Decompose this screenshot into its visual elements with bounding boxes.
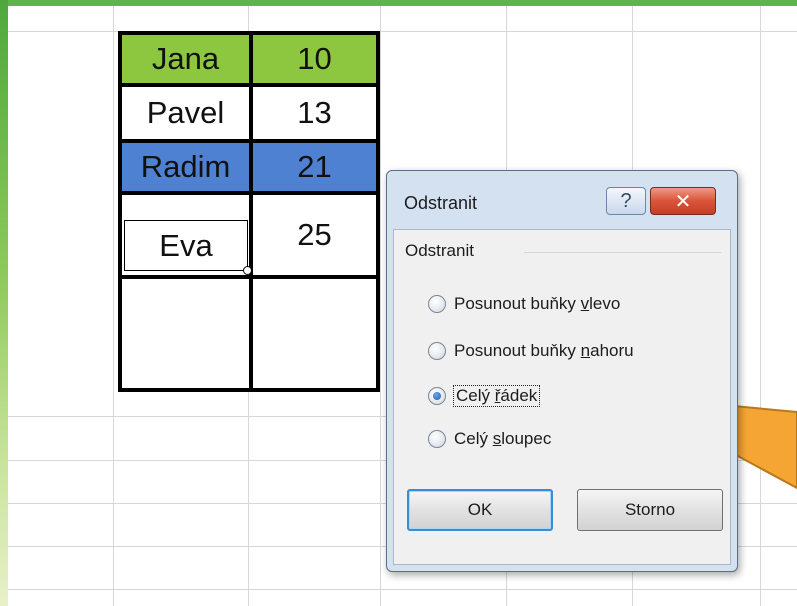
table-row-divider: [122, 191, 376, 195]
option-label: Posunout buňky nahoru: [454, 341, 634, 360]
radio-entire-row[interactable]: [428, 387, 446, 405]
table-column-divider: [249, 35, 253, 388]
table-cell-name[interactable]: [122, 279, 249, 388]
selected-cell-text: Eva: [159, 227, 213, 263]
option-label: Posunout buňky vlevo: [454, 294, 621, 313]
table-cell-value[interactable]: 21: [253, 143, 376, 191]
option-entire-column[interactable]: Celý sloupec: [428, 424, 551, 454]
option-shift-left[interactable]: Posunout buňky vlevo: [428, 289, 620, 319]
cell-text: Pavel: [146, 95, 225, 130]
radio-shift-up[interactable]: [428, 342, 446, 360]
data-table: Jana 10 Pavel 13 Radim 21 Eva 25: [118, 31, 380, 392]
table-cell-value[interactable]: 10: [253, 35, 376, 83]
table-cell-value[interactable]: 13: [253, 87, 376, 139]
fill-handle[interactable]: [243, 266, 252, 275]
grid-column-line: [760, 6, 761, 606]
table-row-divider: [122, 139, 376, 143]
slide-left-bar: [0, 0, 8, 606]
radio-entire-column[interactable]: [428, 430, 446, 448]
delete-dialog: Odstranit ? ✕ Odstranit Posunout buňky v…: [386, 170, 738, 572]
cell-text: Jana: [151, 41, 220, 76]
radio-shift-left[interactable]: [428, 295, 446, 313]
option-label: Celý sloupec: [454, 429, 552, 448]
cell-text: 21: [297, 149, 332, 184]
cell-text: 10: [297, 41, 332, 76]
dialog-title: Odstranit: [404, 193, 478, 213]
ok-button[interactable]: OK: [407, 489, 553, 531]
help-icon: ?: [620, 189, 632, 212]
cancel-button[interactable]: Storno: [577, 489, 723, 531]
option-label: Celý řádek: [452, 385, 541, 407]
table-cell-value[interactable]: [253, 279, 376, 388]
cell-text: 25: [297, 217, 332, 252]
group-label: Odstranit: [405, 241, 474, 260]
close-button[interactable]: ✕: [650, 187, 716, 215]
grid-column-line: [380, 6, 381, 606]
group-divider: [524, 252, 721, 253]
table-row-divider: [122, 275, 376, 279]
dialog-titlebar[interactable]: Odstranit ? ✕: [387, 171, 737, 229]
cell-text: Radim: [140, 149, 231, 184]
table-cell-name[interactable]: Radim: [122, 143, 249, 191]
grid-column-line: [113, 6, 114, 606]
option-shift-up[interactable]: Posunout buňky nahoru: [428, 336, 634, 366]
table-row-divider: [122, 83, 376, 87]
table-cell-value[interactable]: 25: [253, 195, 376, 275]
selected-cell[interactable]: Eva: [124, 220, 248, 271]
table-cell-name[interactable]: Pavel: [122, 87, 249, 139]
grid-row-line: [8, 589, 797, 590]
close-icon: ✕: [674, 189, 692, 213]
cell-text: 13: [297, 95, 332, 130]
help-button[interactable]: ?: [606, 187, 646, 215]
table-cell-name[interactable]: Jana: [122, 35, 249, 83]
option-entire-row[interactable]: Celý řádek: [428, 381, 541, 411]
